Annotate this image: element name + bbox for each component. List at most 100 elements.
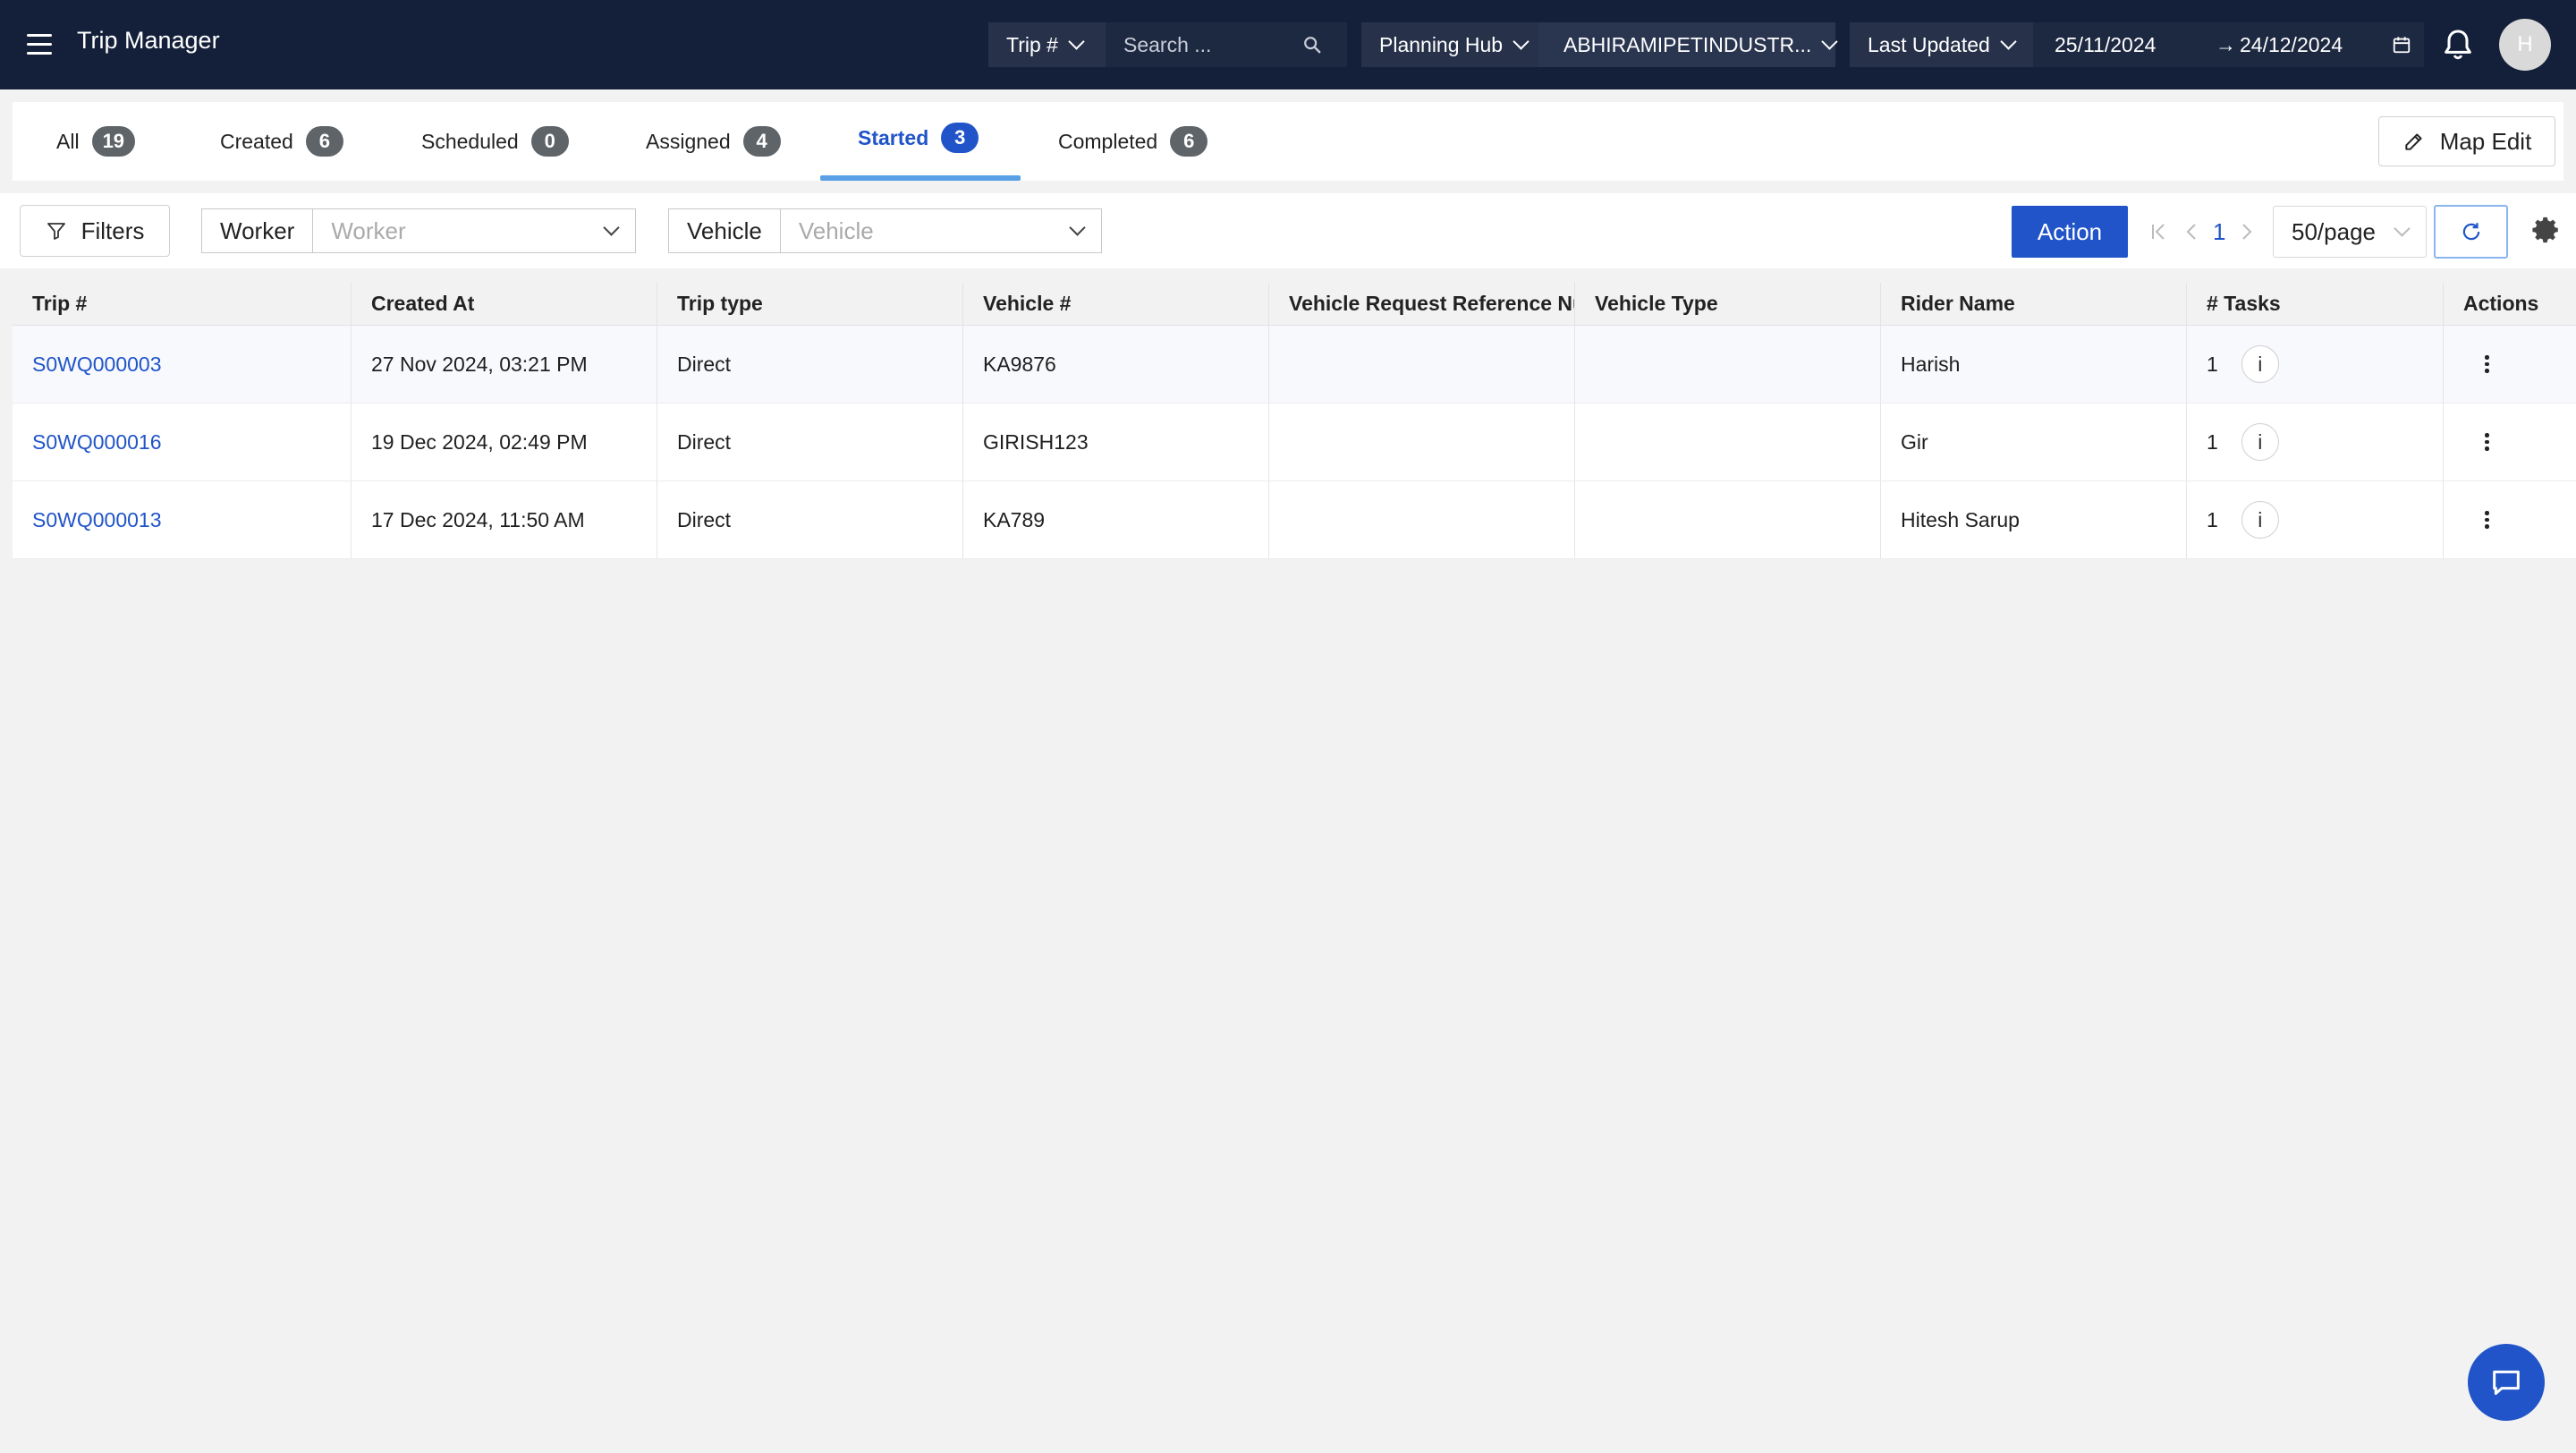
search-input[interactable]: Search ... [1106, 22, 1347, 67]
chat-support-button[interactable] [2468, 1344, 2545, 1421]
tasks-cell: 1 i [2187, 404, 2444, 480]
column-header-created-at[interactable]: Created At [352, 283, 657, 325]
created-at-cell: 27 Nov 2024, 03:21 PM [352, 326, 657, 403]
column-header-rider-name[interactable]: Rider Name [1881, 283, 2187, 325]
date-type-select[interactable]: Last Updated [1850, 22, 2033, 67]
tab-label: Assigned [646, 129, 731, 153]
calendar-icon[interactable] [2392, 35, 2411, 55]
tab-assigned[interactable]: Assigned 4 [646, 102, 781, 181]
menu-icon[interactable] [27, 34, 52, 55]
avatar[interactable]: H [2499, 19, 2551, 71]
count-badge: 3 [941, 123, 979, 153]
column-header-tasks[interactable]: # Tasks [2187, 283, 2444, 325]
hub-value: ABHIRAMIPETINDUSTR... [1563, 32, 1812, 56]
trip-link[interactable]: S0WQ000013 [32, 508, 161, 532]
date-range-group: Last Updated 25/11/2024 → 24/12/2024 [1850, 22, 2424, 67]
actions-cell [2444, 404, 2576, 480]
refresh-icon [2462, 223, 2479, 241]
vehicle-request-ref-cell [1269, 481, 1575, 558]
column-header-vehicle-type[interactable]: Vehicle Type [1575, 283, 1881, 325]
trip-cell: S0WQ000003 [13, 326, 352, 403]
next-page-icon[interactable] [2241, 222, 2254, 242]
tab-scheduled[interactable]: Scheduled 0 [421, 102, 569, 181]
column-header-trip-type[interactable]: Trip type [657, 283, 963, 325]
chevron-down-icon [1513, 32, 1530, 50]
vehicle-type-cell [1575, 481, 1881, 558]
date-to: 24/12/2024 [2240, 32, 2343, 56]
count-badge: 4 [742, 126, 781, 157]
tab-all[interactable]: All 19 [56, 102, 136, 181]
vehicle-cell: GIRISH123 [963, 404, 1269, 480]
count-badge: 6 [305, 126, 343, 157]
column-header-vehicle[interactable]: Vehicle # [963, 283, 1269, 325]
map-edit-label: Map Edit [2439, 127, 2532, 155]
vehicle-request-ref-cell [1269, 404, 1575, 480]
hub-value-select[interactable]: ABHIRAMIPETINDUSTR... [1538, 22, 1838, 67]
created-at-cell: 17 Dec 2024, 11:50 AM [352, 481, 657, 558]
date-range-picker[interactable]: 25/11/2024 → 24/12/2024 [2033, 22, 2424, 67]
trip-link[interactable]: S0WQ000016 [32, 430, 161, 455]
tab-label: Started [858, 125, 929, 149]
info-icon[interactable]: i [2241, 345, 2279, 383]
search-field-select[interactable]: Trip # [988, 22, 1106, 67]
refresh-button[interactable] [2434, 205, 2508, 259]
trip-type-cell: Direct [657, 326, 963, 403]
more-options-icon[interactable] [2479, 429, 2495, 455]
arrow-right-icon: → [2216, 32, 2236, 56]
table-row[interactable]: S0WQ000003 27 Nov 2024, 03:21 PM Direct … [13, 326, 2576, 404]
info-icon[interactable]: i [2241, 501, 2279, 539]
vehicle-type-cell [1575, 326, 1881, 403]
per-page-value: 50/page [2292, 217, 2376, 245]
tab-created[interactable]: Created 6 [220, 102, 343, 181]
tab-started[interactable]: Started 3 [858, 98, 979, 177]
column-header-trip[interactable]: Trip # [13, 283, 352, 325]
actions-cell [2444, 481, 2576, 558]
worker-select[interactable]: Worker [313, 209, 635, 252]
filters-button[interactable]: Filters [20, 205, 170, 257]
table-header: Trip # Created At Trip type Vehicle # Ve… [13, 283, 2576, 326]
action-button[interactable]: Action [2012, 206, 2128, 258]
tasks-cell: 1 i [2187, 481, 2444, 558]
chevron-down-icon [2000, 32, 2017, 50]
vehicle-cell: KA789 [963, 481, 1269, 558]
more-options-icon[interactable] [2479, 352, 2495, 377]
column-header-actions: Actions [2463, 292, 2539, 315]
rider-name-cell: Harish [1881, 326, 2187, 403]
vehicle-label: Vehicle [669, 209, 781, 252]
notification-bell-icon[interactable] [2440, 27, 2476, 63]
first-page-icon[interactable] [2150, 222, 2168, 242]
more-options-icon[interactable] [2479, 507, 2495, 532]
tasks-count: 1 [2207, 429, 2218, 454]
trip-type-cell: Direct [657, 404, 963, 480]
trip-link[interactable]: S0WQ000003 [32, 353, 161, 377]
filter-icon [47, 223, 65, 240]
current-page[interactable]: 1 [2213, 218, 2225, 246]
tab-completed[interactable]: Completed 6 [1058, 102, 1208, 181]
chat-bubble-icon [2493, 1370, 2520, 1395]
gear-icon[interactable] [2531, 215, 2562, 245]
table-row[interactable]: S0WQ000016 19 Dec 2024, 02:49 PM Direct … [13, 404, 2576, 481]
search-icon[interactable] [1302, 35, 1322, 55]
tab-label: Completed [1058, 129, 1158, 153]
chevron-down-icon [1069, 218, 1086, 236]
planning-hub-select[interactable]: Planning Hub [1361, 22, 1538, 67]
actions-cell [2444, 326, 2576, 403]
info-icon[interactable]: i [2241, 423, 2279, 461]
trip-type-cell: Direct [657, 481, 963, 558]
vehicle-select[interactable]: Vehicle [781, 209, 1101, 252]
table-row[interactable]: S0WQ000013 17 Dec 2024, 11:50 AM Direct … [13, 481, 2576, 559]
status-tabs: All 19 Created 6 Scheduled 0 Assigned 4 Star… [13, 102, 2563, 181]
column-header-vehicle-request-ref[interactable]: Vehicle Request Reference Nu [1269, 283, 1575, 325]
date-type-label: Last Updated [1868, 32, 1990, 56]
rider-name-cell: Gir [1881, 404, 2187, 480]
trip-cell: S0WQ000016 [13, 404, 352, 480]
top-navigation-bar: Trip Manager Trip # Search ... Planning … [0, 0, 2576, 89]
hub-group: Planning Hub ABHIRAMIPETINDUSTR... [1361, 22, 1838, 67]
per-page-select[interactable]: 50/page [2273, 206, 2427, 258]
planning-hub-label: Planning Hub [1379, 32, 1504, 56]
prev-page-icon[interactable] [2184, 222, 2197, 242]
search-field-select-value: Trip # [1006, 32, 1058, 56]
map-edit-button[interactable]: Map Edit [2378, 116, 2555, 166]
chevron-down-icon [1821, 32, 1838, 50]
pagination: 1 [2150, 206, 2270, 258]
